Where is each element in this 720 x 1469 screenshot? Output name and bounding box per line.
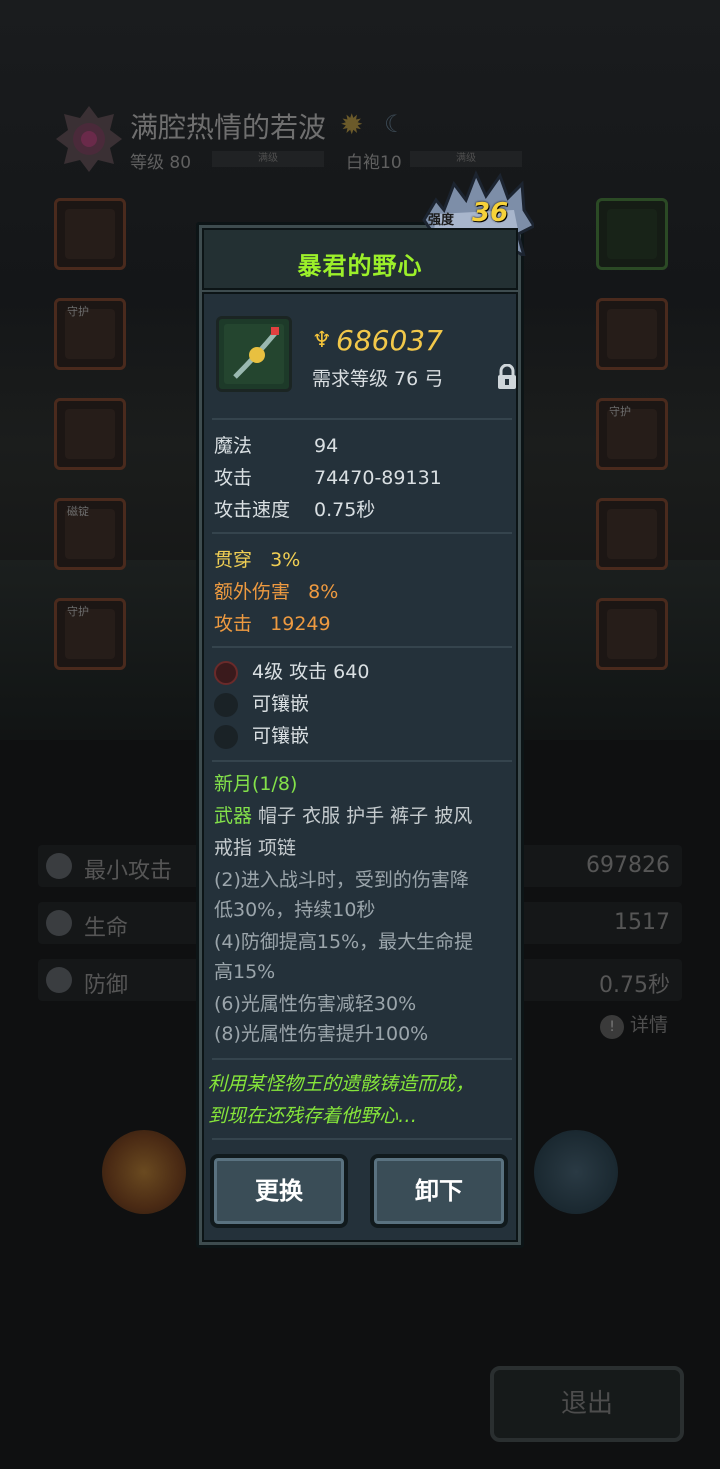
item-title: 暴君的野心 [297,252,423,280]
strength-label: 强度 [428,213,455,228]
flavor-text-line: 利用某怪物王的遗骸铸造而成， [208,1073,475,1095]
equip-slot-trinket[interactable] [596,598,668,670]
sword-icon [46,853,72,879]
dialog-title-bar: 暴君的野心 [202,228,518,290]
set-effect-line: 低30%，持续10秒 [214,899,376,921]
set-pieces-line2: 戒指 项链 [214,837,297,859]
equip-slot-ring[interactable] [596,298,668,370]
strength-value: 36 [472,198,509,228]
equipment-screen: 满腔热情的若波 ✹ ☾ 等级 80 满级 白袍10 满级 守护 磁锭 守护 守护… [0,0,720,1469]
equip-slot-gloves[interactable]: 磁锭 [54,498,126,570]
divider [212,418,512,420]
set-effect-line: 高15% [214,961,276,983]
equip-slot-armor[interactable]: 守护 [54,598,126,670]
exclamation-icon: ! [600,1015,624,1039]
set-effect-line: (4)防御提高15%，最大生命提 [214,931,474,953]
equip-slot-offhand[interactable] [596,198,668,270]
item-detail-dialog: 强度 36 暴君的野心 ♆ 686037 需求等级 76 弓 魔法 94 攻击 … [196,170,534,1248]
gold-value: 686037 [336,324,443,357]
exit-button[interactable]: 退出 [490,1366,684,1442]
equip-slot-weapon[interactable] [54,198,126,270]
socket-1: 4级 攻击 640 [214,660,369,685]
equip-slot-necklace[interactable]: 守护 [596,398,668,470]
hero-emblem-icon [56,106,122,172]
set-effect-line: (6)光属性伤害减轻30% [214,993,417,1015]
socket-3[interactable]: 可镶嵌 [214,724,309,749]
empty-socket-icon [214,692,238,717]
lock-icon[interactable] [496,364,518,390]
ruby-gem-icon [214,660,238,685]
unequip-button[interactable]: 卸下 [370,1154,508,1228]
heart-icon [46,910,72,936]
set-pieces-line1: 武器 帽子 衣服 护手 裤子 披风 [214,805,473,827]
ice-skill-icon[interactable] [534,1130,618,1214]
divider [212,1138,512,1140]
hero-class: 白袍10 [346,153,402,173]
gold-icon: ♆ [312,328,332,353]
equip-slot-helmet[interactable]: 守护 [54,298,126,370]
shield-icon [46,967,72,993]
flavor-text-line: 到现在还残存着他野心… [208,1105,418,1127]
divider [212,760,512,762]
level-requirement: 需求等级 76 弓 [312,368,444,390]
star-badge-icon: ✹ [340,108,364,141]
level-progress-bar: 满级 [212,151,324,167]
replace-button[interactable]: 更换 [210,1154,348,1228]
fire-skill-icon[interactable] [102,1130,186,1214]
socket-2[interactable]: 可镶嵌 [214,692,309,717]
bonus-pierce: 贯穿 3% [214,549,301,571]
divider [212,532,512,534]
bonus-attack: 攻击 19249 [214,613,331,635]
class-progress-bar: 满级 [410,151,522,167]
hero-level: 等级 80 [130,153,192,173]
set-effect-line: (8)光属性伤害提升100% [214,1023,429,1045]
set-effect-line: (2)进入战斗时，受到的伤害降 [214,869,469,891]
hero-name: 满腔热情的若波 [130,111,327,144]
empty-socket-icon [214,724,238,749]
divider [212,1058,512,1060]
stat-attack-speed: 攻击速度 0.75秒 [214,499,376,521]
details-link[interactable]: ! 详情 [600,1010,668,1039]
equip-slot-pants[interactable] [54,398,126,470]
dialog-body: ♆ 686037 需求等级 76 弓 魔法 94 攻击 74470-89131 攻击… [202,292,518,1242]
stat-magic: 魔法 94 [214,435,339,457]
bonus-extra-damage: 额外伤害 8% [214,581,339,603]
divider [212,646,512,648]
equip-slot-cloak[interactable] [596,498,668,570]
set-title: 新月(1/8) [214,773,298,795]
stat-attack: 攻击 74470-89131 [214,467,442,489]
moon-badge-icon: ☾ [384,110,406,138]
bow-icon [216,316,292,392]
